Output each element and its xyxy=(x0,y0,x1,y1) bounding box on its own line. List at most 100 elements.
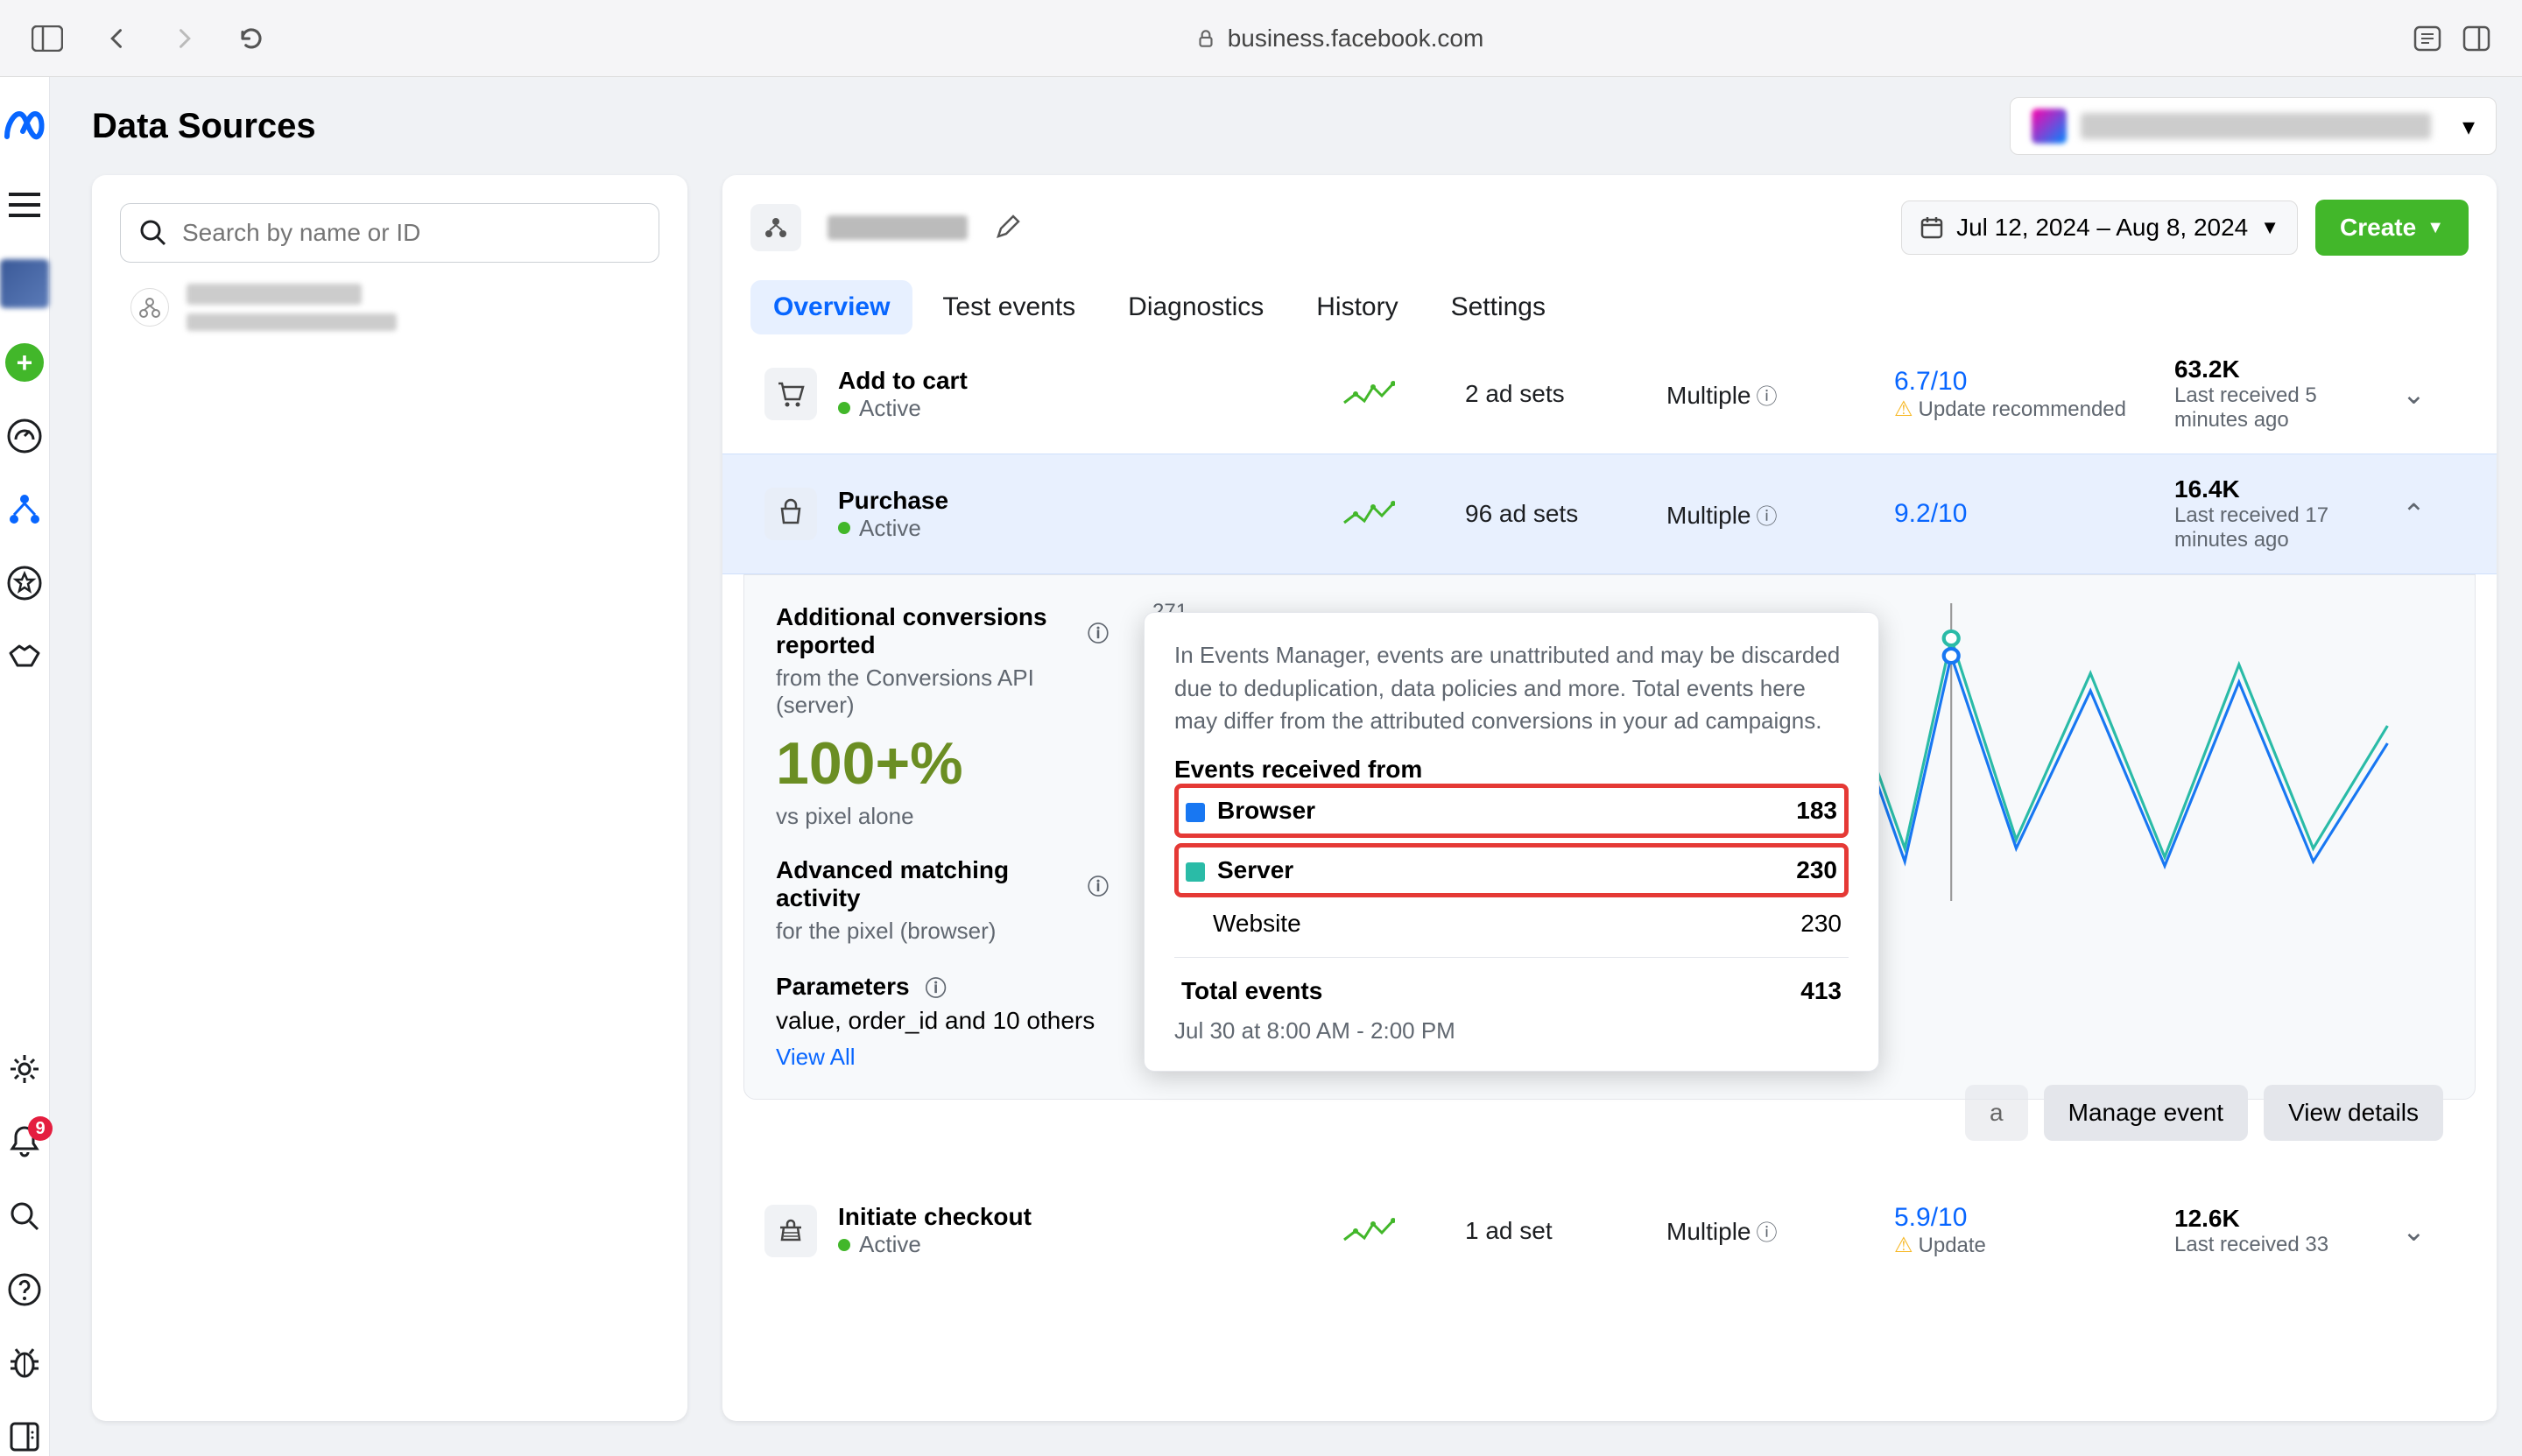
view-details-button[interactable]: View details xyxy=(2264,1085,2443,1141)
event-status: Active xyxy=(859,395,921,422)
event-name: Purchase xyxy=(838,487,948,515)
tab-history[interactable]: History xyxy=(1293,280,1420,334)
ds-id-redacted xyxy=(187,313,397,331)
info-icon[interactable]: ⓘ xyxy=(1088,869,1109,900)
star-icon[interactable] xyxy=(5,564,44,602)
match-score[interactable]: 5.9/10 xyxy=(1894,1203,2157,1233)
expand-icon[interactable]: ⌄ xyxy=(2402,377,2455,411)
score-note: Update xyxy=(1919,1234,1986,1257)
ad-sets: 96 ad sets xyxy=(1465,500,1649,528)
business-avatar-small xyxy=(2032,109,2067,144)
btn-cut[interactable]: a xyxy=(1965,1085,2028,1141)
gauge-icon[interactable] xyxy=(5,417,44,455)
business-avatar[interactable] xyxy=(0,259,49,308)
tabs-icon[interactable] xyxy=(2462,25,2490,52)
events-panel: Jul 12, 2024 – Aug 8, 2024 ▼ Create ▼ Ov… xyxy=(722,175,2497,1421)
event-detail: Additional conversions reportedⓘ from th… xyxy=(743,574,2476,1100)
conv-percent: 100+% xyxy=(776,729,1109,798)
date-range-text: Jul 12, 2024 – Aug 8, 2024 xyxy=(1956,214,2248,242)
info-icon[interactable]: ⓘ xyxy=(1088,616,1109,647)
event-name: Add to cart xyxy=(838,367,968,395)
event-row[interactable]: Add to cart Active 2 ad sets Multipleⓘ 6… xyxy=(722,334,2497,454)
search-icon xyxy=(138,218,168,248)
browser-toolbar: business.facebook.com xyxy=(0,0,2522,77)
manage-event-button[interactable]: Manage event xyxy=(2044,1085,2248,1141)
collapse-icon[interactable]: ⌃ xyxy=(2402,497,2455,531)
handshake-icon[interactable] xyxy=(5,637,44,676)
sidebar-toggle-icon[interactable] xyxy=(32,25,63,52)
business-selector[interactable]: ▾ xyxy=(2010,97,2497,155)
add-button[interactable]: + xyxy=(5,343,44,382)
event-status: Active xyxy=(859,1231,921,1258)
edit-icon[interactable] xyxy=(994,215,1020,241)
sparkline-icon xyxy=(1342,376,1395,411)
settings-icon[interactable] xyxy=(5,1050,44,1088)
tab-diagnostics[interactable]: Diagnostics xyxy=(1105,280,1286,334)
integration: Multiple xyxy=(1666,1218,1751,1245)
pixel-chip[interactable] xyxy=(750,204,801,251)
event-status: Active xyxy=(859,515,921,542)
view-all-link[interactable]: View All xyxy=(776,1044,856,1071)
meta-logo[interactable] xyxy=(0,102,49,151)
info-icon[interactable]: ⓘ xyxy=(1756,505,1777,529)
left-nav-rail: + 9 xyxy=(0,77,50,1456)
params-sub: value, order_id and 10 others xyxy=(776,1007,1109,1035)
am-sub: for the pixel (browser) xyxy=(776,918,1109,945)
notifications-icon[interactable]: 9 xyxy=(5,1123,44,1162)
data-source-item[interactable] xyxy=(120,263,659,352)
chevron-down-icon: ▾ xyxy=(2462,112,2475,141)
create-label: Create xyxy=(2340,214,2416,242)
pixel-icon xyxy=(130,288,169,327)
menu-icon[interactable] xyxy=(5,186,44,224)
event-count: 63.2K xyxy=(2174,355,2385,383)
tooltip-desc: In Events Manager, events are unattribut… xyxy=(1174,639,1849,738)
event-name: Initiate checkout xyxy=(838,1203,1032,1231)
warning-icon: ⚠ xyxy=(1894,397,1913,421)
event-received: Last received 17 minutes ago xyxy=(2174,503,2332,552)
expand-icon[interactable]: ⌄ xyxy=(2402,1214,2455,1248)
events-icon[interactable] xyxy=(5,490,44,529)
reader-icon[interactable] xyxy=(2413,25,2441,52)
tooltip-time: Jul 30 at 8:00 AM - 2:00 PM xyxy=(1174,1017,1849,1045)
search-box[interactable] xyxy=(120,203,659,263)
create-button[interactable]: Create ▼ xyxy=(2315,200,2469,256)
match-score[interactable]: 6.7/10 xyxy=(1894,367,2157,397)
chevron-down-icon: ▼ xyxy=(2260,216,2279,239)
panel-icon[interactable] xyxy=(5,1417,44,1456)
notification-badge: 9 xyxy=(28,1116,53,1141)
warning-icon: ⚠ xyxy=(1894,1234,1913,1257)
date-range-picker[interactable]: Jul 12, 2024 – Aug 8, 2024 ▼ xyxy=(1901,200,2298,255)
event-received: Last received 33 xyxy=(2174,1233,2332,1257)
event-row[interactable]: Initiate checkout Active 1 ad set Multip… xyxy=(722,1182,2497,1279)
ad-sets: 2 ad sets xyxy=(1465,380,1649,408)
bug-icon[interactable] xyxy=(5,1344,44,1382)
info-icon[interactable]: ⓘ xyxy=(1756,1221,1777,1245)
info-icon[interactable]: ⓘ xyxy=(926,971,947,1002)
integration: Multiple xyxy=(1666,502,1751,529)
event-count: 16.4K xyxy=(2174,475,2385,503)
integration: Multiple xyxy=(1666,382,1751,409)
reload-icon[interactable] xyxy=(238,25,264,52)
sparkline-icon xyxy=(1342,1213,1395,1249)
event-row[interactable]: Purchase Active 96 ad sets Multipleⓘ 9.2… xyxy=(722,454,2497,574)
info-icon[interactable]: ⓘ xyxy=(1756,385,1777,409)
search-input[interactable] xyxy=(182,219,641,247)
tab-test-events[interactable]: Test events xyxy=(919,280,1098,334)
match-score[interactable]: 9.2/10 xyxy=(1894,499,2157,529)
calendar-icon xyxy=(1920,215,1944,240)
ds-name-redacted xyxy=(187,284,362,305)
help-icon[interactable] xyxy=(5,1270,44,1309)
tab-settings[interactable]: Settings xyxy=(1428,280,1568,334)
url-bar[interactable]: business.facebook.com xyxy=(292,25,2385,53)
page-title: Data Sources xyxy=(92,107,316,146)
forward-icon xyxy=(172,26,196,51)
business-name-redacted xyxy=(2081,113,2431,139)
search-rail-icon[interactable] xyxy=(5,1197,44,1235)
sparkline-icon xyxy=(1342,496,1395,531)
purchase-icon xyxy=(764,488,817,540)
back-icon[interactable] xyxy=(105,26,130,51)
chevron-down-icon: ▼ xyxy=(2427,218,2444,238)
am-title: Advanced matching activity xyxy=(776,856,1072,912)
tab-overview[interactable]: Overview xyxy=(750,280,912,334)
tooltip-row-browser: Browser 183 xyxy=(1174,784,1849,838)
